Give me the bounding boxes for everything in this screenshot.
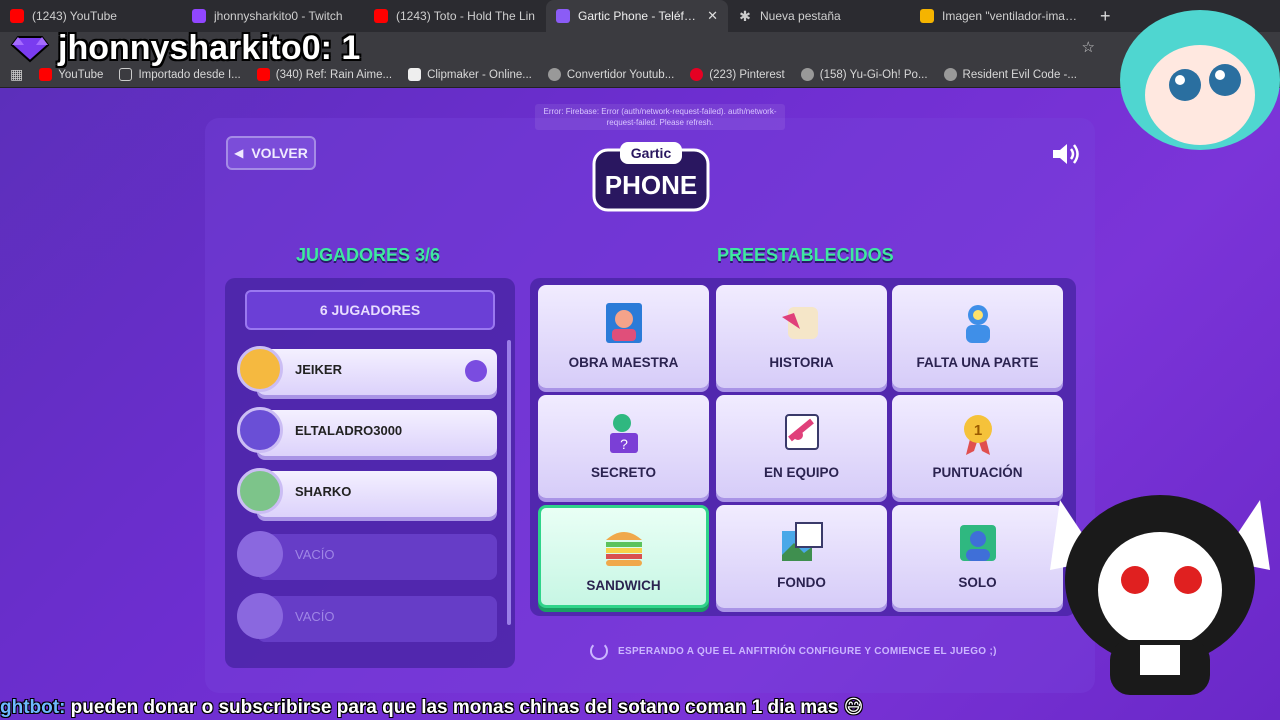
chat-text: pueden donar o subscribirse para que las… (65, 697, 864, 718)
players-scrollbar[interactable] (507, 340, 511, 625)
globe-icon (943, 68, 957, 81)
bookmark-resident-evil[interactable]: Resident Evil Code -... (943, 68, 1077, 81)
preset-en-equipo[interactable]: EN EQUIPO (716, 395, 887, 498)
missing-piece-icon (965, 305, 990, 343)
bookmark-convertidor[interactable]: Convertidor Youtub... (547, 68, 674, 81)
waiting-status: ESPERANDO A QUE EL ANFITRIÓN CONFIGURE Y… (590, 642, 997, 660)
phone-icon (556, 9, 570, 23)
sound-icon[interactable] (1050, 140, 1082, 168)
preset-historia[interactable]: HISTORIA (716, 285, 887, 388)
globe-icon (547, 68, 561, 81)
tab-youtube-toto[interactable]: (1243) Toto - Hold The Lin (364, 0, 546, 32)
star-icon (920, 9, 934, 23)
gem-icon (10, 36, 50, 63)
globe-icon (800, 68, 814, 81)
empty-avatar-icon (237, 593, 283, 639)
svg-text:1: 1 (973, 422, 981, 439)
preset-obra-maestra[interactable]: OBRA MAESTRA (538, 285, 709, 388)
vtuber-avatar-bottom (1050, 495, 1270, 695)
avatar (237, 407, 283, 453)
avatar (237, 468, 283, 514)
player-slot: SHARKO (237, 468, 497, 517)
svg-text:Gartic: Gartic (631, 145, 672, 161)
preset-fondo[interactable]: FONDO (716, 505, 887, 608)
youtube-icon (374, 9, 388, 23)
asterisk-icon: ✱ (739, 8, 751, 24)
player-count-selector[interactable]: 6 JUGADORES (245, 290, 495, 330)
vtuber-avatar-top (1120, 10, 1280, 150)
tab-image[interactable]: Imagen "ventilador-imagen- (910, 0, 1092, 32)
player-slot: ELTALADRO3000 (237, 407, 497, 456)
medal-icon: 1 (963, 415, 992, 455)
pinterest-icon (690, 68, 704, 81)
avatar (237, 346, 283, 392)
bookmark-yugioh[interactable]: (158) Yu-Gi-Oh! Po... (800, 68, 928, 81)
clip-icon (408, 68, 422, 81)
scroll-icon (781, 307, 818, 339)
stream-overlay-counter: jhonnysharkito0: 1 (10, 26, 360, 70)
bookmark-pinterest[interactable]: (223) Pinterest (690, 68, 785, 81)
sandwich-icon (605, 532, 642, 566)
preset-falta-una-parte[interactable]: FALTA UNA PARTE (892, 285, 1063, 388)
preset-solo[interactable]: SOLO (892, 505, 1063, 608)
back-button[interactable]: ◀ VOLVER (226, 136, 316, 170)
preset-puntuacion[interactable]: 1 PUNTUACIÓN (892, 395, 1063, 498)
bookmark-clipmaker[interactable]: Clipmaker - Online... (408, 68, 532, 81)
twitch-icon (192, 9, 206, 23)
empty-player-slot: VACÍO (237, 531, 497, 580)
youtube-icon (10, 9, 24, 23)
tab-new[interactable]: ✱ Nueva pestaña (728, 0, 910, 32)
tab-gartic-phone[interactable]: Gartic Phone - Teléfono ✕ (546, 0, 728, 32)
player-slot: JEIKER (237, 346, 497, 395)
empty-player-slot: VACÍO (237, 593, 497, 642)
error-message: Error: Firebase: Error (auth/network-req… (535, 104, 785, 130)
chat-username: ghtbot: (0, 697, 66, 718)
bookmark-star-icon[interactable]: ☆ (1082, 38, 1095, 56)
secret-icon: ? (609, 414, 638, 453)
gartic-phone-logo: Gartic PHONE (592, 142, 710, 212)
stream-chat-message: ghtbot: pueden donar o subscribirse para… (0, 696, 1280, 720)
close-icon[interactable]: ✕ (707, 8, 718, 24)
solo-icon (959, 525, 996, 561)
team-icon (784, 414, 819, 450)
presets-title: PREESTABLECIDOS (717, 245, 894, 265)
spinner-icon (590, 642, 608, 660)
preset-secreto[interactable]: ? SECRETO (538, 395, 709, 498)
preset-sandwich[interactable]: SANDWICH (538, 505, 709, 608)
svg-text:?: ? (620, 436, 628, 452)
background-icon (781, 522, 823, 561)
empty-avatar-icon (237, 531, 283, 577)
masterpiece-icon (605, 303, 642, 343)
players-title: JUGADORES 3/6 (296, 245, 441, 265)
crown-icon (465, 360, 487, 382)
svg-text:PHONE: PHONE (605, 170, 697, 200)
back-arrow-icon: ◀ (234, 146, 244, 160)
